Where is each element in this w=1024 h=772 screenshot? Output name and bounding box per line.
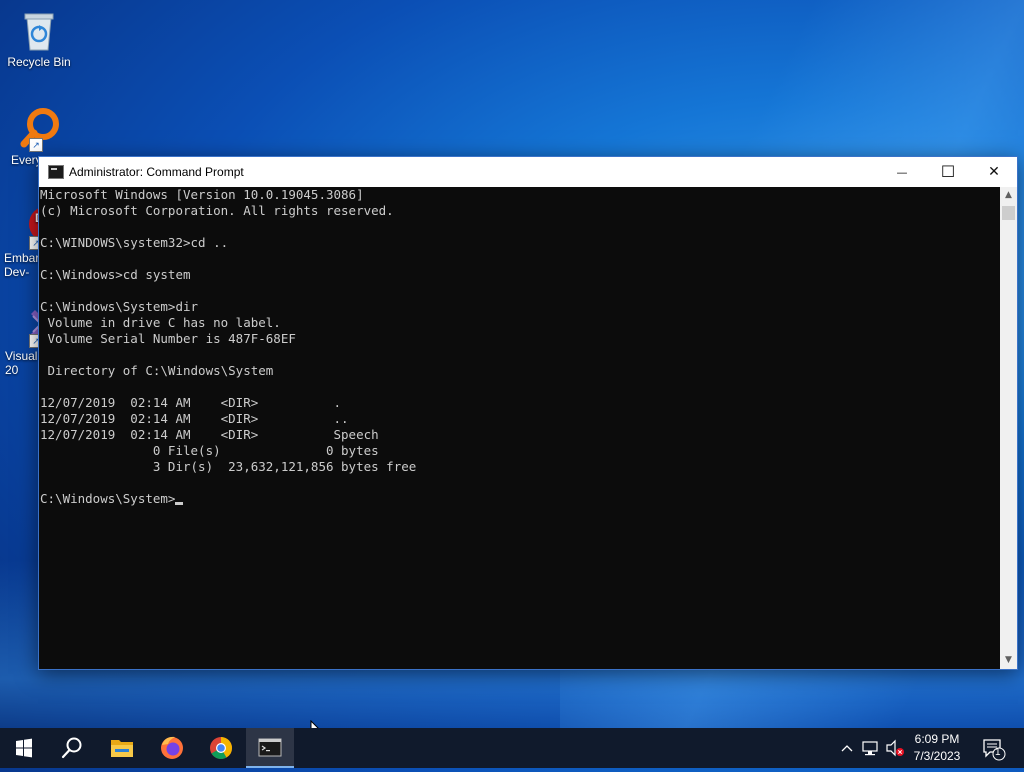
clock-date: 7/3/2023: [913, 749, 961, 763]
scrollbar-thumb[interactable]: [1002, 206, 1015, 220]
command-prompt-icon: [258, 738, 282, 757]
network-tray-button[interactable]: [860, 728, 882, 768]
console-output[interactable]: Microsoft Windows [Version 10.0.19045.30…: [39, 187, 1000, 669]
action-center-button[interactable]: 1: [978, 728, 1018, 768]
console-prompt: C:\Windows\System>: [40, 491, 176, 506]
taskbar: 6:09 PM 7/3/2023 1: [0, 728, 1024, 768]
chrome-icon: [210, 737, 232, 759]
maximize-button[interactable]: ☐: [925, 157, 971, 187]
notification-count-badge: 1: [995, 747, 1001, 758]
show-hidden-icons-button[interactable]: [836, 728, 858, 768]
command-prompt-window[interactable]: Administrator: Command Prompt — ☐ ✕ Micr…: [38, 156, 1018, 670]
taskbar-firefox[interactable]: [148, 728, 196, 768]
clock-time: 6:09 PM: [914, 732, 960, 746]
text-cursor: [175, 502, 184, 505]
scroll-down-arrow-icon[interactable]: ▼: [1000, 652, 1017, 669]
everything-search-icon: ↗: [17, 106, 61, 152]
minimize-icon: —: [896, 166, 908, 179]
window-titlebar[interactable]: Administrator: Command Prompt — ☐ ✕: [39, 157, 1017, 187]
search-button[interactable]: [48, 728, 96, 768]
command-prompt-icon: [48, 165, 64, 179]
taskbar-chrome[interactable]: [197, 728, 245, 768]
close-icon: ✕: [988, 164, 1000, 180]
minimize-button[interactable]: —: [879, 157, 925, 187]
taskbar-clock[interactable]: 6:09 PM 7/3/2023: [902, 731, 972, 765]
start-button[interactable]: [0, 728, 48, 768]
network-icon: [862, 741, 878, 756]
window-title: Administrator: Command Prompt: [69, 165, 244, 179]
maximize-icon: ☐: [940, 162, 956, 181]
taskbar-command-prompt[interactable]: [246, 728, 294, 768]
chevron-up-icon: [841, 745, 853, 752]
windows-start-icon: [16, 738, 32, 758]
search-icon: [61, 737, 82, 759]
vertical-scrollbar[interactable]: ▲ ▼: [1000, 187, 1017, 669]
scroll-up-arrow-icon[interactable]: ▲: [1000, 187, 1017, 204]
file-explorer-icon: [111, 740, 133, 757]
desktop-icon-recycle-bin[interactable]: Recycle Bin: [1, 8, 77, 69]
desktop-icon-label: Recycle Bin: [7, 55, 71, 69]
firefox-icon: [161, 736, 183, 759]
taskbar-file-explorer[interactable]: [98, 728, 146, 768]
close-button[interactable]: ✕: [971, 157, 1017, 187]
shortcut-arrow-icon: ↗: [29, 138, 43, 152]
console-text: Microsoft Windows [Version 10.0.19045.30…: [40, 187, 417, 474]
recycle-bin-icon: [17, 8, 61, 52]
